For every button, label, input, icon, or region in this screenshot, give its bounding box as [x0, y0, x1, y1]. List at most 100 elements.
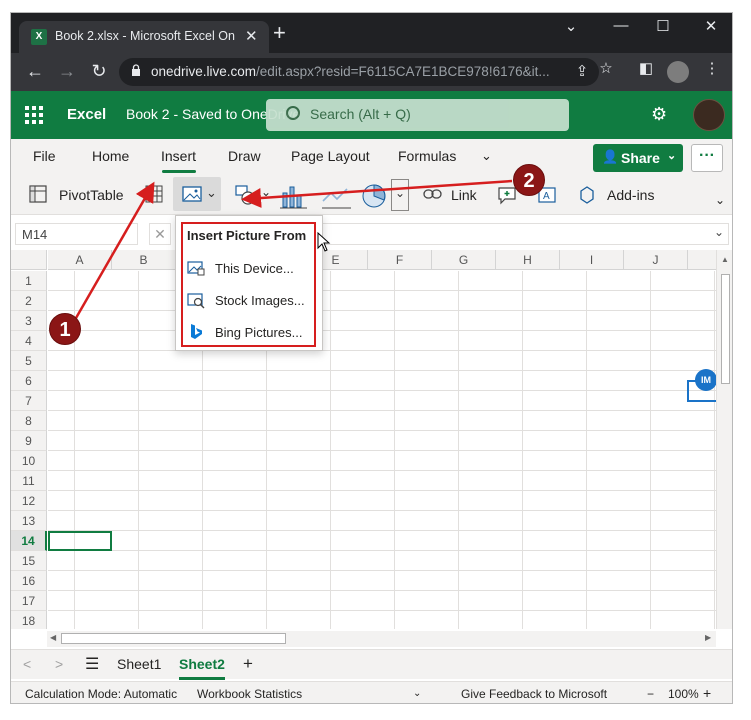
menu-item-bing-pictures[interactable]: Bing Pictures... — [187, 320, 311, 346]
row-header-1[interactable]: 1 — [11, 271, 47, 291]
column-header-i[interactable]: I — [560, 250, 624, 270]
tab-search-chevron-icon[interactable]: ⌄ — [551, 17, 591, 35]
back-arrow-icon[interactable]: ← — [23, 61, 47, 82]
forward-arrow-icon[interactable]: → — [55, 61, 79, 82]
spreadsheet-grid[interactable]: ABCDEFGHIJ 123456789101112131415161718 I… — [11, 250, 716, 629]
minimize-icon[interactable]: — — [601, 17, 641, 34]
tab-formulas[interactable]: Formulas — [398, 148, 456, 164]
collaborator-badge[interactable]: IM — [695, 369, 716, 391]
app-launcher-icon[interactable] — [25, 106, 43, 124]
zoom-in-button[interactable]: + — [703, 685, 711, 701]
row-header-7[interactable]: 7 — [11, 391, 47, 411]
column-header-a[interactable]: A — [48, 250, 112, 270]
row-header-14[interactable]: 14 — [11, 531, 47, 551]
next-sheet-icon[interactable]: > — [55, 656, 63, 672]
chart-gallery-dropdown[interactable]: ⌄ — [391, 179, 409, 211]
kebab-menu-icon[interactable]: ⋮ — [701, 59, 723, 77]
vertical-scrollbar[interactable]: ▲ — [716, 250, 732, 629]
workbook-statistics[interactable]: Workbook Statistics — [197, 687, 302, 701]
tab-close-icon[interactable]: ✕ — [245, 27, 258, 45]
status-chevron-icon[interactable]: ⌄ — [413, 688, 421, 699]
link-button[interactable]: Link — [451, 187, 477, 203]
row-header-13[interactable]: 13 — [11, 511, 47, 531]
column-header-partial[interactable] — [688, 250, 716, 270]
scroll-right-icon[interactable]: ▶ — [705, 633, 711, 642]
shapes-icon[interactable] — [235, 185, 257, 205]
window-close-icon[interactable]: ✕ — [691, 17, 731, 35]
row-header-15[interactable]: 15 — [11, 551, 47, 571]
tab-file[interactable]: File — [33, 148, 56, 164]
reload-icon[interactable]: ↻ — [87, 61, 111, 82]
prev-sheet-icon[interactable]: < — [23, 656, 31, 672]
addins-button[interactable]: Add-ins — [607, 187, 654, 203]
feedback-link[interactable]: Give Feedback to Microsoft — [461, 687, 607, 701]
pie-chart-icon[interactable] — [361, 183, 387, 209]
sidebar-icon[interactable]: ◧ — [635, 59, 657, 77]
column-header-g[interactable]: G — [432, 250, 496, 270]
tab-draw[interactable]: Draw — [228, 148, 261, 164]
column-header-b[interactable]: B — [112, 250, 176, 270]
row-header-9[interactable]: 9 — [11, 431, 47, 451]
row-header-17[interactable]: 17 — [11, 591, 47, 611]
row-header-12[interactable]: 12 — [11, 491, 47, 511]
column-header-h[interactable]: H — [496, 250, 560, 270]
address-bar[interactable]: onedrive.live.com/edit.aspx?resid=F6115C… — [119, 58, 599, 86]
add-sheet-button[interactable]: + — [243, 654, 253, 674]
row-header-6[interactable]: 6 — [11, 371, 47, 391]
sheet-tab-sheet2[interactable]: Sheet2 — [179, 656, 225, 672]
browser-tab[interactable]: X Book 2.xlsx - Microsoft Excel Onli ✕ — [19, 21, 269, 53]
row-header-2[interactable]: 2 — [11, 291, 47, 311]
column-header-f[interactable]: F — [368, 250, 432, 270]
row-header-8[interactable]: 8 — [11, 411, 47, 431]
maximize-icon[interactable]: ☐ — [643, 17, 683, 35]
search-input[interactable]: Search (Alt + Q) — [266, 99, 569, 131]
ribbon-expand-chevron-icon[interactable]: ⌄ — [715, 193, 725, 207]
column-header-j[interactable]: J — [624, 250, 688, 270]
new-tab-button[interactable]: + — [273, 22, 286, 44]
select-all-corner[interactable] — [11, 250, 47, 270]
row-header-11[interactable]: 11 — [11, 471, 47, 491]
row-header-18[interactable]: 18 — [11, 611, 47, 629]
star-icon[interactable]: ☆ — [595, 59, 617, 77]
more-tabs-chevron-icon[interactable]: ⌄ — [481, 148, 492, 164]
sheet-tab-sheet1[interactable]: Sheet1 — [117, 656, 161, 672]
tab-page-layout[interactable]: Page Layout — [291, 148, 370, 164]
share-button[interactable]: 👤 Share ⌄ — [593, 144, 683, 172]
comment-icon[interactable] — [497, 185, 517, 205]
table-icon[interactable] — [145, 185, 163, 203]
horizontal-scroll-thumb[interactable] — [61, 633, 286, 644]
line-chart-icon[interactable] — [321, 183, 353, 209]
tab-insert[interactable]: Insert — [161, 148, 196, 164]
calculation-mode[interactable]: Calculation Mode: Automatic — [25, 687, 177, 701]
tab-home[interactable]: Home — [92, 148, 129, 164]
row-header-16[interactable]: 16 — [11, 571, 47, 591]
pivottable-button[interactable]: PivotTable — [59, 187, 124, 203]
vertical-scroll-thumb[interactable] — [721, 274, 730, 384]
app-name[interactable]: Excel — [67, 106, 106, 123]
scroll-up-icon[interactable]: ▲ — [721, 255, 729, 264]
row-header-4[interactable]: 4 — [11, 331, 47, 351]
menu-item-stock-images[interactable]: Stock Images... — [187, 288, 311, 314]
scroll-left-icon[interactable]: ◀ — [50, 633, 56, 642]
more-options-button[interactable]: ··· — [691, 144, 723, 172]
insert-picture-button[interactable]: ⌄ — [173, 177, 221, 211]
column-chart-icon[interactable] — [279, 183, 309, 209]
row-header-5[interactable]: 5 — [11, 351, 47, 371]
row-header-10[interactable]: 10 — [11, 451, 47, 471]
formula-expand-chevron-icon[interactable]: ⌄ — [714, 225, 724, 239]
all-sheets-menu-icon[interactable]: ☰ — [85, 654, 99, 674]
formula-input[interactable]: ⌄ — [311, 223, 729, 245]
gear-icon[interactable]: ⚙ — [651, 104, 667, 125]
profile-icon[interactable] — [667, 61, 689, 83]
row-header-3[interactable]: 3 — [11, 311, 47, 331]
horizontal-scrollbar[interactable]: ◀ ▶ — [47, 631, 716, 647]
cell-area[interactable] — [48, 271, 716, 629]
shapes-chevron-icon[interactable]: ⌄ — [261, 185, 271, 199]
zoom-out-button[interactable]: − — [647, 687, 654, 701]
name-box[interactable]: M14 — [15, 223, 138, 245]
formula-cancel-button[interactable]: ✕ — [149, 223, 171, 245]
zoom-level[interactable]: 100% — [668, 687, 699, 701]
share-page-icon[interactable]: ⇪ — [571, 62, 593, 80]
menu-item-this-device[interactable]: This Device... — [187, 256, 311, 282]
avatar[interactable] — [693, 99, 725, 131]
